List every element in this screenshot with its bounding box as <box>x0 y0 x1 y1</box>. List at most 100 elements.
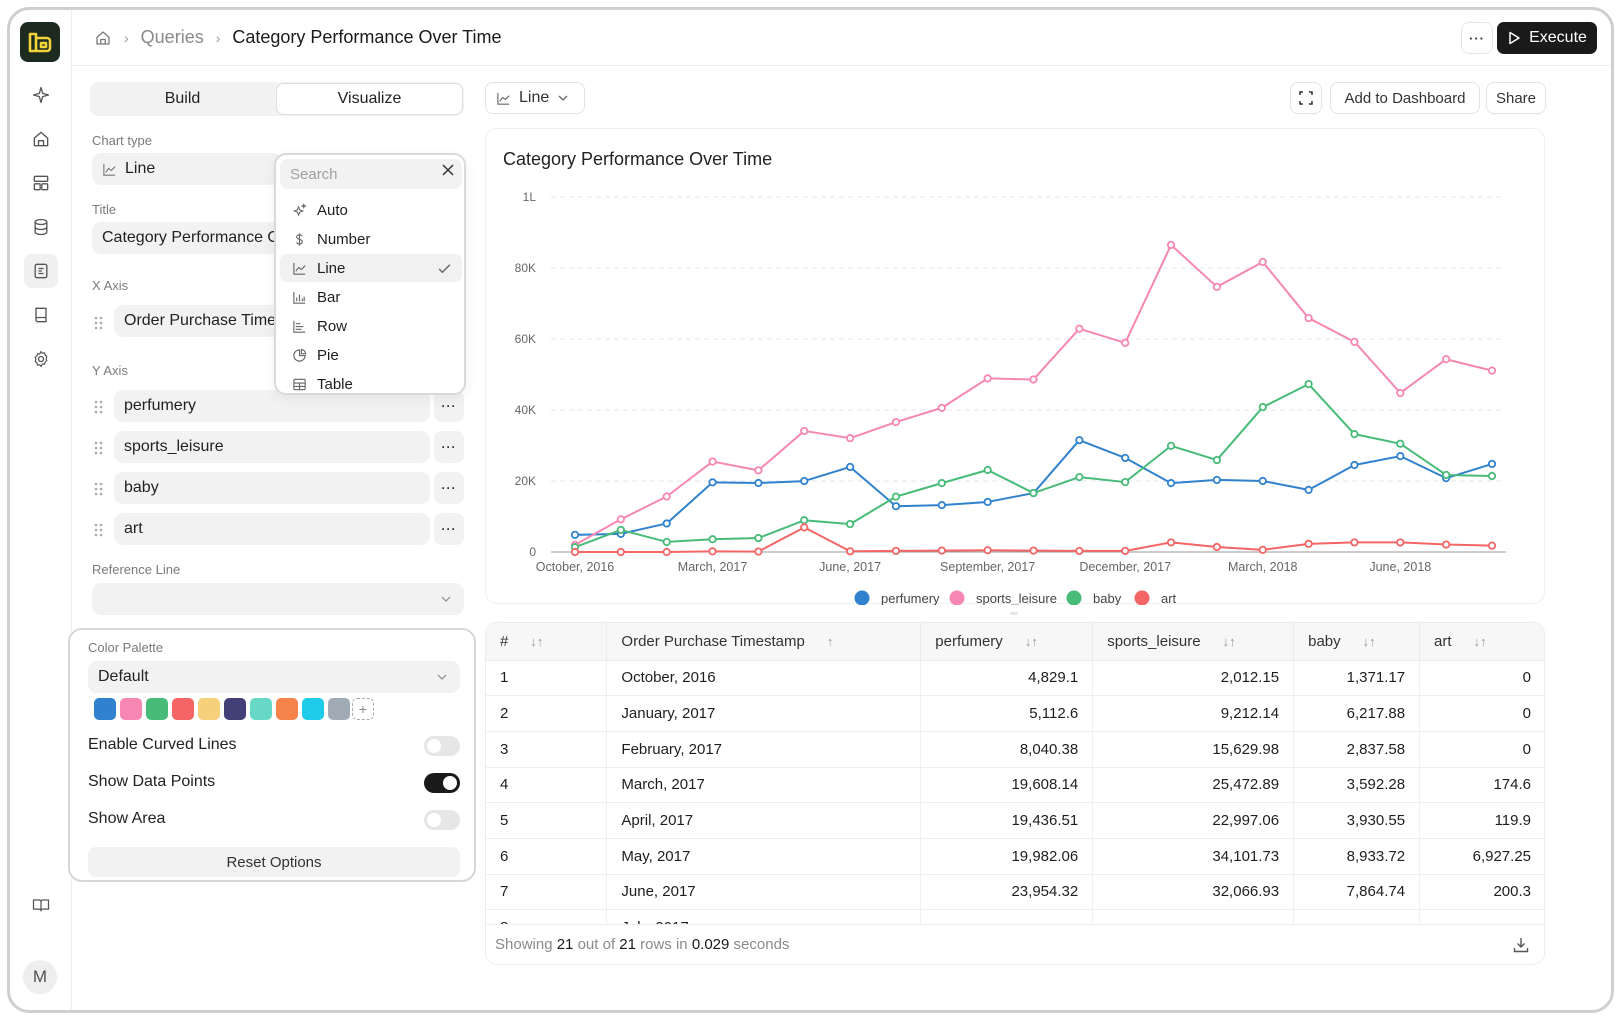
app-logo[interactable] <box>20 22 60 62</box>
resize-handle[interactable] <box>1010 612 1018 615</box>
legend-label: art <box>1161 591 1177 605</box>
tab-visualize[interactable]: Visualize <box>276 83 463 115</box>
user-avatar[interactable]: M <box>23 960 57 994</box>
data-points-toggle[interactable] <box>424 773 460 793</box>
column-header-timestamp[interactable]: Order Purchase Timestamp↑ <box>607 623 921 660</box>
table-cell: June, 2017 <box>607 874 921 910</box>
drag-handle-icon[interactable] <box>94 400 104 414</box>
sort-icon[interactable]: ↓↑ <box>1223 634 1236 649</box>
tab-build[interactable]: Build <box>90 82 275 116</box>
color-swatch[interactable] <box>120 698 142 720</box>
table-cell: February, 2017 <box>607 731 921 767</box>
home-icon[interactable] <box>94 29 112 47</box>
sort-icon[interactable]: ↓↑ <box>1474 634 1487 649</box>
legend-swatch <box>950 591 965 606</box>
chevron-down-icon <box>557 92 569 104</box>
dropdown-option-pie[interactable]: Pie <box>280 341 462 369</box>
column-header-sports-leisure[interactable]: sports_leisure↓↑ <box>1093 623 1294 660</box>
rail-home[interactable] <box>24 122 58 156</box>
sort-icon[interactable]: ↓↑ <box>1363 634 1376 649</box>
dropdown-option-row[interactable]: Row <box>280 312 462 340</box>
drag-handle-icon[interactable] <box>94 441 104 455</box>
fullscreen-button[interactable] <box>1290 82 1322 114</box>
sort-icon[interactable]: ↓↑ <box>1025 634 1038 649</box>
sort-icon[interactable]: ↓↑ <box>530 634 543 649</box>
x-axis-field[interactable]: Order Purchase Timestamp <box>114 305 282 337</box>
color-swatch[interactable] <box>250 698 272 720</box>
add-color-button[interactable]: + <box>352 698 374 720</box>
breadcrumb-queries[interactable]: Queries <box>141 27 204 48</box>
rail-data[interactable] <box>24 210 58 244</box>
data-point <box>801 428 807 434</box>
option-label: Row <box>317 318 347 335</box>
y-axis-more-button[interactable]: ··· <box>434 431 464 463</box>
more-options-button[interactable]: ··· <box>1461 22 1493 54</box>
reference-line-select[interactable] <box>92 583 464 615</box>
color-swatch[interactable] <box>198 698 220 720</box>
dashboard-icon <box>31 173 51 193</box>
drag-handle-icon[interactable] <box>94 482 104 496</box>
option-label: Number <box>317 231 370 248</box>
chart-type-select[interactable]: Line <box>92 153 282 185</box>
close-icon[interactable] <box>440 162 456 178</box>
dropdown-option-number[interactable]: Number <box>280 225 462 253</box>
rail-settings[interactable] <box>24 342 58 376</box>
column-header-baby[interactable]: baby ↓↑ <box>1294 623 1420 660</box>
column-header-art[interactable]: art↓↑ <box>1420 623 1545 660</box>
rail-dashboards[interactable] <box>24 166 58 200</box>
y-tick-label: 40K <box>515 403 536 417</box>
color-swatch[interactable] <box>328 698 350 720</box>
data-point <box>1260 259 1266 265</box>
add-to-dashboard-button[interactable]: Add to Dashboard <box>1330 82 1480 114</box>
dropdown-option-table[interactable]: Table <box>280 370 462 395</box>
column-label: baby <box>1308 633 1341 650</box>
sort-asc-icon[interactable]: ↑ <box>827 634 834 649</box>
y-axis-field-sports-leisure[interactable]: sports_leisure <box>114 431 430 463</box>
palette-select[interactable]: Default <box>88 661 460 693</box>
rail-docs[interactable] <box>24 888 58 922</box>
drag-handle-icon[interactable] <box>94 316 104 330</box>
option-label: Auto <box>317 202 348 219</box>
color-swatch[interactable] <box>146 698 168 720</box>
column-header-perfumery[interactable]: perfumery↓↑ <box>921 623 1093 660</box>
dropdown-option-line[interactable]: Line <box>280 254 462 282</box>
home-icon <box>31 129 51 149</box>
y-axis-field-baby[interactable]: baby <box>114 472 430 504</box>
execute-button[interactable]: Execute <box>1497 22 1597 54</box>
color-swatch[interactable] <box>276 698 298 720</box>
curved-lines-toggle[interactable] <box>424 736 460 756</box>
ellipsis-icon: ··· <box>442 440 457 454</box>
column-header-index[interactable]: #↓↑ <box>486 623 607 660</box>
color-swatch[interactable] <box>172 698 194 720</box>
rail-notebooks[interactable] <box>24 298 58 332</box>
dropdown-option-auto[interactable]: Auto <box>280 196 462 224</box>
chart-type-button[interactable]: Line <box>485 82 585 114</box>
y-axis-field-art[interactable]: art <box>114 513 430 545</box>
data-point <box>1305 315 1311 321</box>
title-input[interactable]: Category Performance Over Time <box>92 222 282 254</box>
table-cell: 2,837.58 <box>1294 731 1420 767</box>
reset-options-button[interactable]: Reset Options <box>88 847 460 877</box>
color-swatch[interactable] <box>94 698 116 720</box>
y-axis-label: Y Axis <box>92 363 128 378</box>
dropdown-search-input[interactable]: Search <box>280 159 462 189</box>
dropdown-option-bar[interactable]: Bar <box>280 283 462 311</box>
data-point <box>801 524 807 530</box>
y-axis-more-button[interactable]: ··· <box>434 472 464 504</box>
data-point <box>1443 541 1449 547</box>
series-line-sports-leisure <box>575 245 1492 545</box>
color-swatch[interactable] <box>302 698 324 720</box>
show-area-toggle[interactable] <box>424 810 460 830</box>
table-row: 3February, 20178,040.3815,629.982,837.58… <box>486 731 1545 767</box>
option-label: Pie <box>317 347 339 364</box>
y-axis-more-button[interactable]: ··· <box>434 513 464 545</box>
color-swatch[interactable] <box>224 698 246 720</box>
x-axis-value: Order Purchase Timestamp <box>124 312 282 330</box>
share-button[interactable]: Share <box>1486 82 1546 114</box>
drag-handle-icon[interactable] <box>94 523 104 537</box>
rail-queries[interactable] <box>24 254 58 288</box>
rail-ai[interactable] <box>24 78 58 112</box>
data-point <box>1168 242 1174 248</box>
download-icon[interactable] <box>1512 936 1530 954</box>
chevron-right-icon: › <box>124 30 129 46</box>
